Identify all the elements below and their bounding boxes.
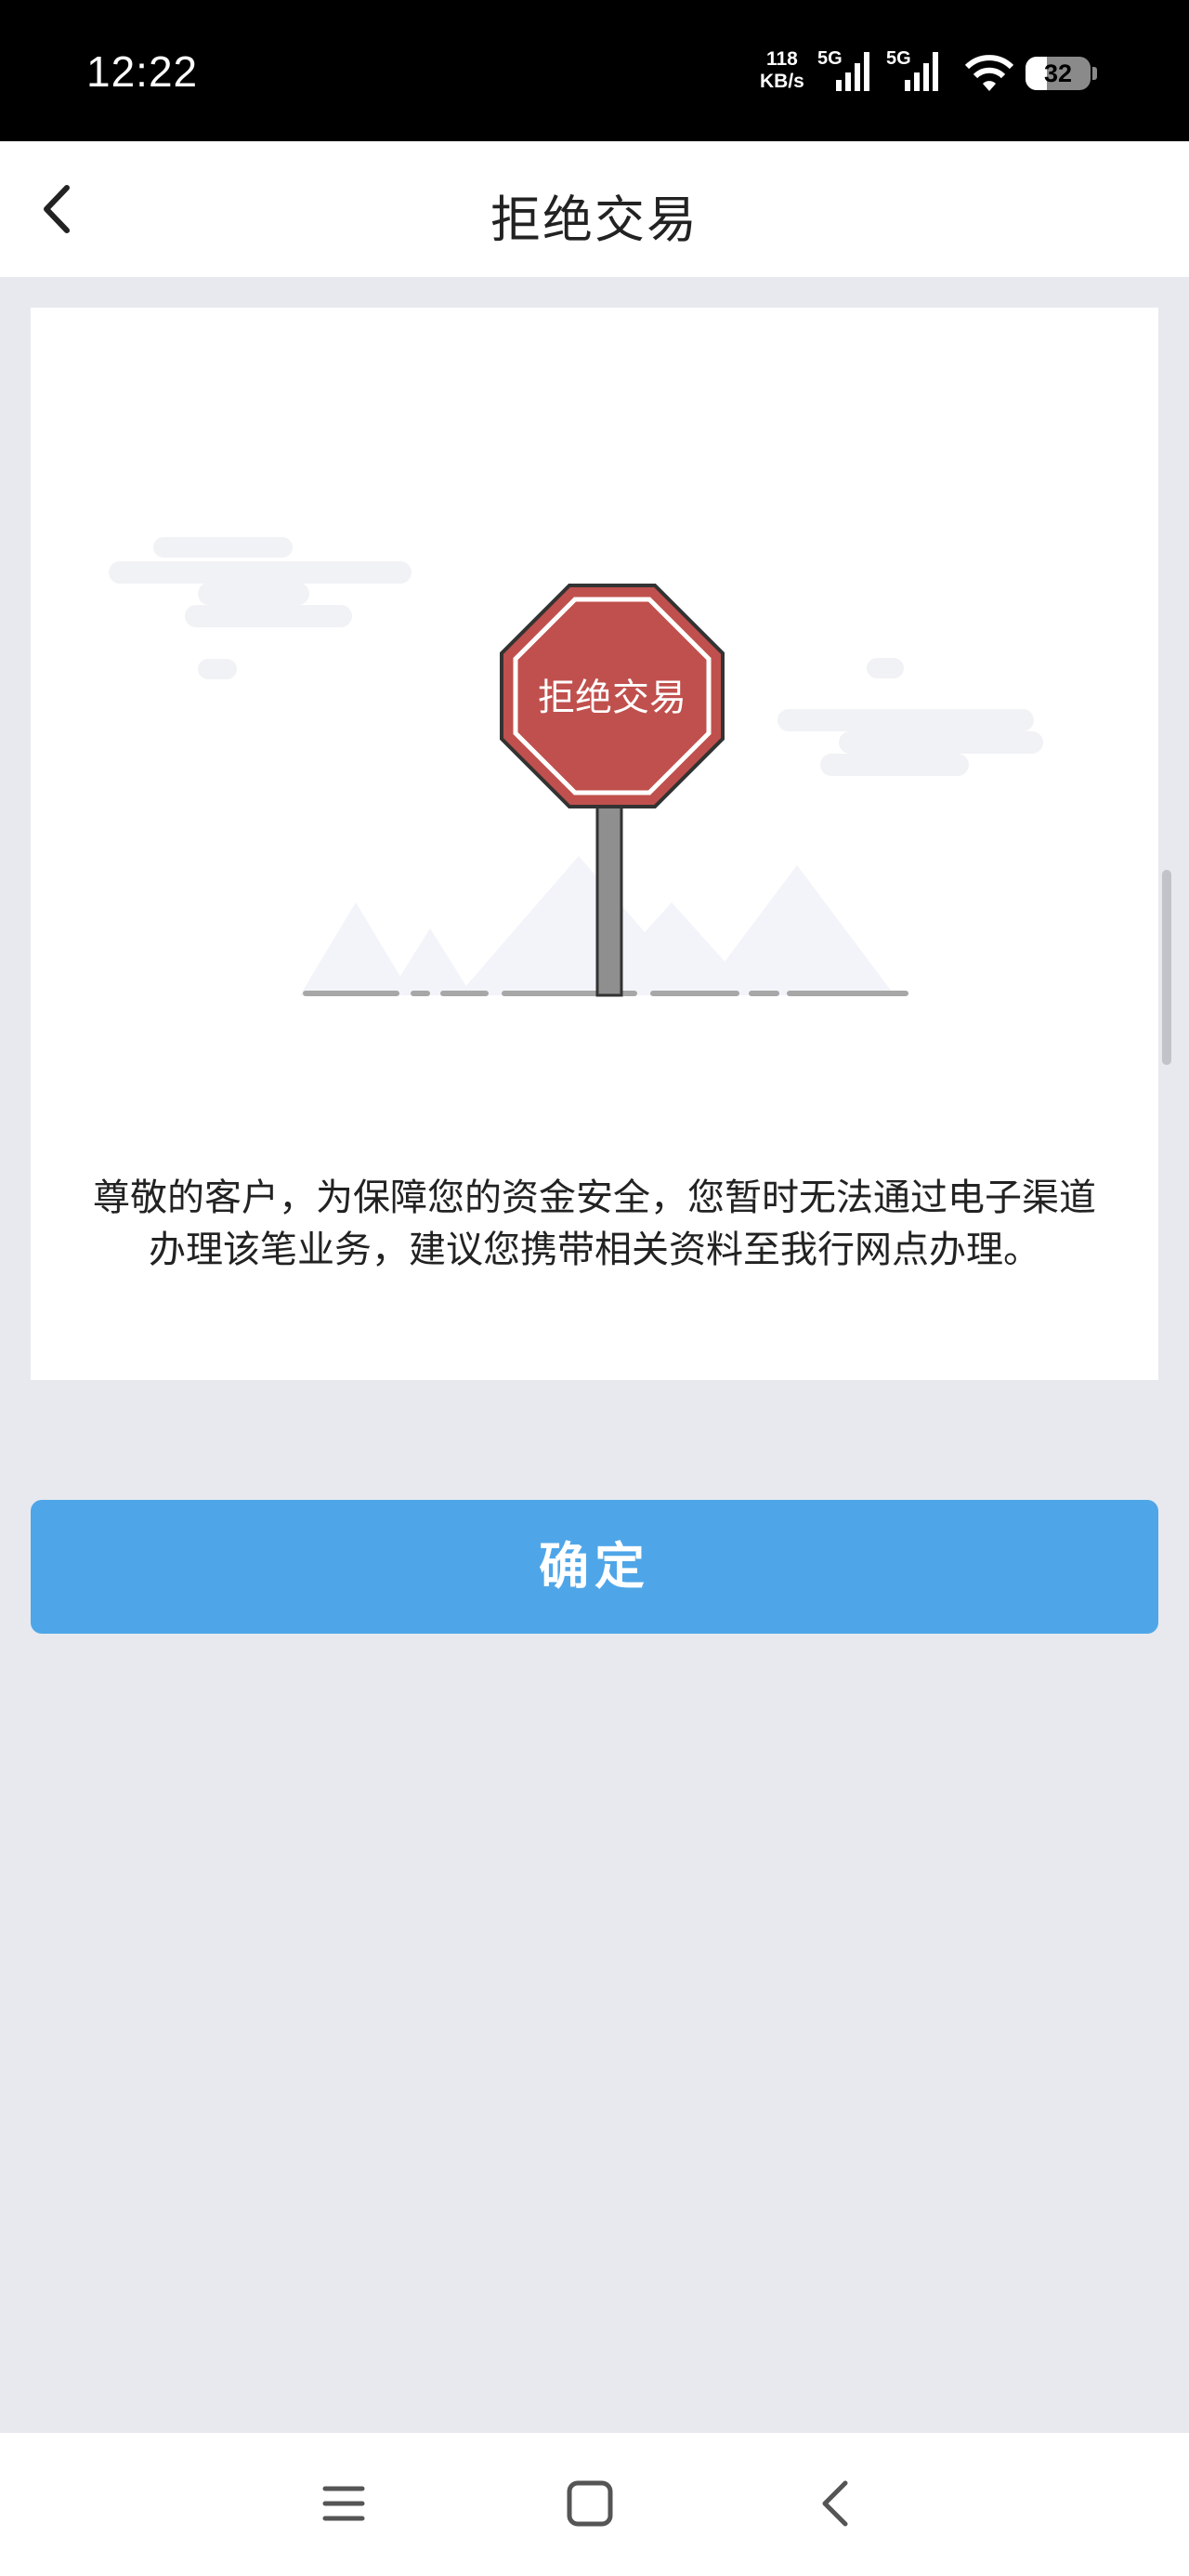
status-time: 12:22 — [86, 47, 199, 96]
menu-icon[interactable] — [316, 2474, 372, 2533]
page-title: 拒绝交易 — [490, 191, 699, 249]
battery-icon: 32 — [1026, 57, 1091, 90]
rejection-message: 尊敬的客户，为保障您的资金安全，您暂时无法通过电子渠道办理该笔业务，建议您携带相… — [93, 1176, 1096, 1271]
system-nav-bar — [0, 2433, 1189, 2576]
confirm-button[interactable]: 确定 — [31, 1500, 1158, 1634]
wifi-icon — [964, 55, 1014, 91]
sign-text: 拒绝交易 — [538, 677, 686, 719]
scrollbar[interactable] — [1162, 870, 1171, 1065]
rejection-card: 拒绝交易 尊敬的客户，为保障您的资金安全，您暂时无法通过电子渠道办理该笔业务，建… — [31, 308, 1158, 1380]
status-bar: 12:22 118 KB/s 5G 5G 32 — [0, 0, 1189, 141]
net-speed: 118 KB/s — [760, 48, 804, 92]
home-icon[interactable] — [561, 2474, 621, 2533]
header-bar: 拒绝交易 — [0, 141, 1189, 277]
back-icon[interactable] — [808, 2474, 864, 2533]
